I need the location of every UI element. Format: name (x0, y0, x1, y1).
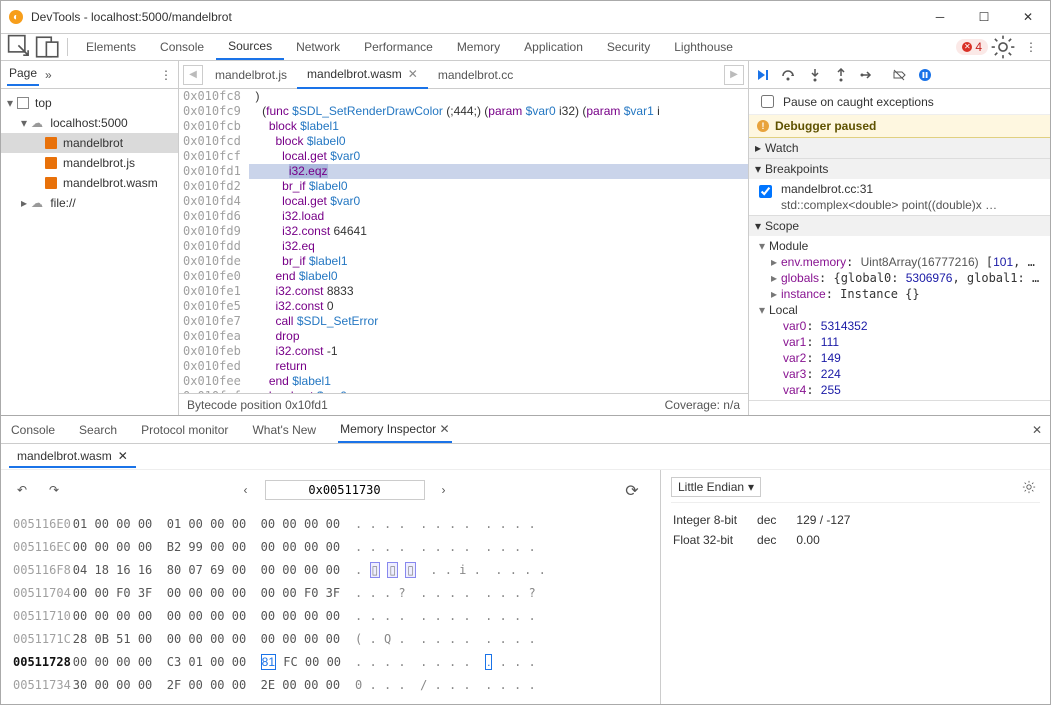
step-into-icon[interactable] (805, 65, 825, 85)
value-val: 129 / -127 (796, 511, 868, 529)
nav-back-icon[interactable]: ◀ (183, 65, 203, 85)
tree-item-mandelbrot-js[interactable]: mandelbrot.js (1, 153, 178, 173)
undo-icon[interactable]: ↶ (11, 479, 33, 501)
debugger-panel: Pause on caught exceptions !Debugger pau… (748, 61, 1050, 415)
minimize-button[interactable]: ─ (918, 1, 962, 33)
step-out-icon[interactable] (831, 65, 851, 85)
settings-icon[interactable] (990, 34, 1016, 60)
main-tab-network[interactable]: Network (284, 34, 352, 60)
device-icon[interactable] (35, 34, 61, 60)
file-tab[interactable]: mandelbrot.wasm✕ (297, 61, 428, 89)
main-tab-sources[interactable]: Sources (216, 34, 284, 60)
chevron-down-icon: ▾ (748, 480, 754, 494)
close-button[interactable]: ✕ (1006, 1, 1050, 33)
debugger-paused-banner: !Debugger paused (749, 115, 1050, 138)
file-tab[interactable]: mandelbrot.js (205, 61, 297, 89)
value-repr: dec (757, 531, 794, 549)
main-toolbar: ElementsConsoleSourcesNetworkPerformance… (1, 33, 1050, 61)
tree-item-mandelbrot-wasm[interactable]: mandelbrot.wasm (1, 173, 178, 193)
tree-file[interactable]: ▸☁ file:// (1, 193, 178, 213)
close-icon[interactable]: ✕ (118, 449, 128, 463)
kebab-icon[interactable]: ⋮ (1018, 34, 1044, 60)
gutter: 0x010fc8 0x010fc9 0x010fcb 0x010fcd 0x01… (179, 89, 249, 393)
scope-module[interactable]: Module (769, 239, 808, 253)
drawer: Console Search Protocol monitor What's New M… (1, 415, 1050, 704)
close-icon[interactable]: ✕ (408, 67, 418, 81)
code-editor[interactable]: 0x010fc8 0x010fc9 0x010fcb 0x010fcd 0x01… (179, 89, 748, 393)
scope-env-memory[interactable]: ▸env.memory: Uint8Array(16777216) [101, … (755, 254, 1044, 270)
endian-select[interactable]: Little Endian▾ (671, 477, 761, 497)
editor-tabs: ◀ mandelbrot.jsmandelbrot.wasm✕mandelbro… (179, 61, 748, 89)
kebab-icon[interactable]: ⋮ (160, 68, 172, 82)
step-icon[interactable] (857, 65, 877, 85)
main-tab-console[interactable]: Console (148, 34, 216, 60)
breakpoint-item[interactable]: mandelbrot.cc:31 std::complex<double> po… (749, 179, 1050, 215)
scope-section[interactable]: ▾Scope (749, 216, 1050, 236)
watch-section[interactable]: ▸Watch (749, 138, 1050, 158)
drawer-close-icon[interactable]: ✕ (1032, 423, 1042, 437)
main-tab-lighthouse[interactable]: Lighthouse (662, 34, 745, 60)
main-tab-elements[interactable]: Elements (74, 34, 148, 60)
scope-local[interactable]: Local (769, 303, 798, 317)
close-icon[interactable]: ✕ (439, 422, 449, 436)
drawer-tab-what-s-new[interactable]: What's New (250, 418, 318, 442)
editor-status: Bytecode position 0x10fd1 Coverage: n/a (179, 393, 748, 415)
deactivate-bp-icon[interactable] (889, 65, 909, 85)
devtools-icon: ◐ (9, 10, 23, 24)
navigator-panel: Page » ⋮ ▾top ▾☁ localhost:5000 mandelbr… (1, 61, 179, 415)
main-tab-memory[interactable]: Memory (445, 34, 512, 60)
step-over-icon[interactable] (779, 65, 799, 85)
scope-var[interactable]: var3: 224 (755, 366, 1044, 382)
memory-tab[interactable]: mandelbrot.wasm✕ (9, 446, 136, 468)
pause-exceptions-checkbox[interactable] (761, 95, 774, 108)
value-table: Integer 8-bitdec129 / -127 Float 32-bitde… (671, 509, 870, 551)
error-count[interactable]: ✕4 (956, 39, 988, 55)
breakpoint-checkbox[interactable] (759, 185, 772, 198)
inspect-icon[interactable] (7, 34, 33, 60)
value-val: 0.00 (796, 531, 868, 549)
value-label: Integer 8-bit (673, 511, 755, 529)
breakpoints-section[interactable]: ▾Breakpoints (749, 159, 1050, 179)
main-tab-performance[interactable]: Performance (352, 34, 445, 60)
drawer-tab-memory-inspector[interactable]: Memory Inspector ✕ (338, 417, 451, 443)
maximize-button[interactable]: ☐ (962, 1, 1006, 33)
scope-var[interactable]: var2: 149 (755, 350, 1044, 366)
tree-top[interactable]: ▾top (1, 93, 178, 113)
breakpoint-code: std::complex<double> point((double)x … (781, 196, 997, 212)
scope-var[interactable]: var4: 255 (755, 382, 1044, 398)
address-input[interactable] (265, 480, 425, 500)
redo-icon[interactable]: ↷ (43, 479, 65, 501)
next-page-icon[interactable]: › (433, 479, 455, 501)
scope-var[interactable]: var1: 111 (755, 334, 1044, 350)
drawer-tab-search[interactable]: Search (77, 418, 119, 442)
value-label: Float 32-bit (673, 531, 755, 549)
run-icon[interactable]: ▶ (724, 65, 744, 85)
scope-instance[interactable]: ▸instance: Instance {} (755, 286, 1044, 302)
resume-icon[interactable] (753, 65, 773, 85)
value-repr: dec (757, 511, 794, 529)
drawer-tab-protocol-monitor[interactable]: Protocol monitor (139, 418, 230, 442)
more-tabs-icon[interactable]: » (45, 68, 52, 82)
breakpoint-file: mandelbrot.cc:31 (781, 182, 997, 196)
main-tab-application[interactable]: Application (512, 34, 595, 60)
file-tab[interactable]: mandelbrot.cc (428, 61, 523, 89)
window-title: DevTools - localhost:5000/mandelbrot (31, 10, 918, 24)
status-right: Coverage: n/a (665, 398, 740, 412)
tree-item-mandelbrot[interactable]: mandelbrot (1, 133, 178, 153)
scope-var[interactable]: var0: 5314352 (755, 318, 1044, 334)
refresh-icon[interactable]: ⟳ (621, 480, 643, 502)
page-tab[interactable]: Page (7, 63, 39, 86)
prev-page-icon[interactable]: ‹ (235, 479, 257, 501)
tree-host[interactable]: ▾☁ localhost:5000 (1, 113, 178, 133)
drawer-tab-console[interactable]: Console (9, 418, 57, 442)
main-tab-security[interactable]: Security (595, 34, 662, 60)
hex-dump[interactable]: 005116E001 00 00 00 01 00 00 00 00 00 00… (11, 512, 548, 698)
titlebar: ◐ DevTools - localhost:5000/mandelbrot ─… (1, 1, 1050, 33)
scope-globals[interactable]: ▸globals: {global0: 5306976, global1: 65… (755, 270, 1044, 286)
value-settings-icon[interactable] (1018, 476, 1040, 498)
status-left: Bytecode position 0x10fd1 (187, 398, 328, 412)
pause-exceptions-label: Pause on caught exceptions (783, 95, 934, 109)
pause-icon[interactable] (915, 65, 935, 85)
